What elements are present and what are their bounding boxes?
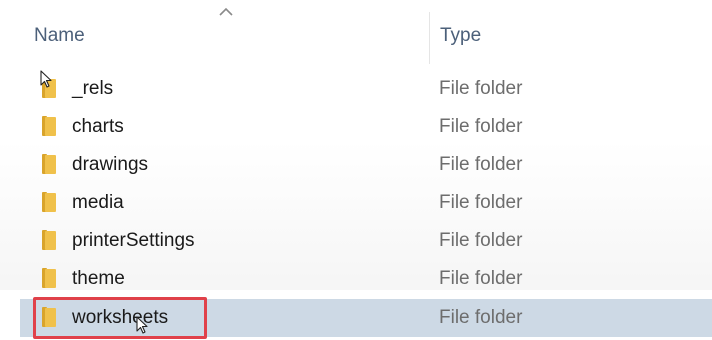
list-item-media[interactable]: media File folder xyxy=(20,185,712,221)
folder-icon xyxy=(42,192,56,212)
list-item-rels[interactable]: _rels File folder xyxy=(20,71,712,107)
column-header-name-label: Name xyxy=(34,25,85,46)
folder-icon xyxy=(42,307,56,327)
list-item-type: File folder xyxy=(439,268,523,289)
list-item-type: File folder xyxy=(439,116,523,137)
list-item-type: File folder xyxy=(439,307,523,328)
list-item-type: File folder xyxy=(439,78,523,99)
folder-icon xyxy=(42,154,56,174)
mouse-pointer-icon xyxy=(40,70,52,88)
column-header-bar: Name Type xyxy=(0,0,712,68)
column-header-type-label: Type xyxy=(440,25,482,46)
folder-icon xyxy=(42,268,56,288)
list-item-charts[interactable]: charts File folder xyxy=(20,109,712,145)
mouse-pointer-icon xyxy=(136,316,148,334)
list-item-name: printerSettings xyxy=(72,230,195,251)
list-item-type: File folder xyxy=(439,154,523,175)
column-header-name[interactable]: Name xyxy=(24,20,432,52)
file-explorer-list: Name Type _rels File folder charts File … xyxy=(0,0,712,340)
list-item-name: drawings xyxy=(72,154,149,175)
list-item-type: File folder xyxy=(439,230,523,251)
sort-ascending-icon[interactable] xyxy=(216,4,236,20)
list-item-name: charts xyxy=(72,116,124,137)
list-item-printersettings[interactable]: printerSettings File folder xyxy=(20,223,712,259)
column-header-type[interactable]: Type xyxy=(430,20,712,52)
list-item-name: worksheets xyxy=(72,307,169,328)
list-item-worksheets[interactable]: worksheets File folder xyxy=(20,299,712,337)
list-item-name: theme xyxy=(72,268,125,289)
list-item-name: media xyxy=(72,192,124,213)
folder-icon xyxy=(42,230,56,250)
list-item-theme[interactable]: theme File folder xyxy=(20,261,712,297)
list-item-name: _rels xyxy=(72,78,114,99)
list-item-drawings[interactable]: drawings File folder xyxy=(20,147,712,183)
list-item-type: File folder xyxy=(439,192,523,213)
folder-icon xyxy=(42,116,56,136)
